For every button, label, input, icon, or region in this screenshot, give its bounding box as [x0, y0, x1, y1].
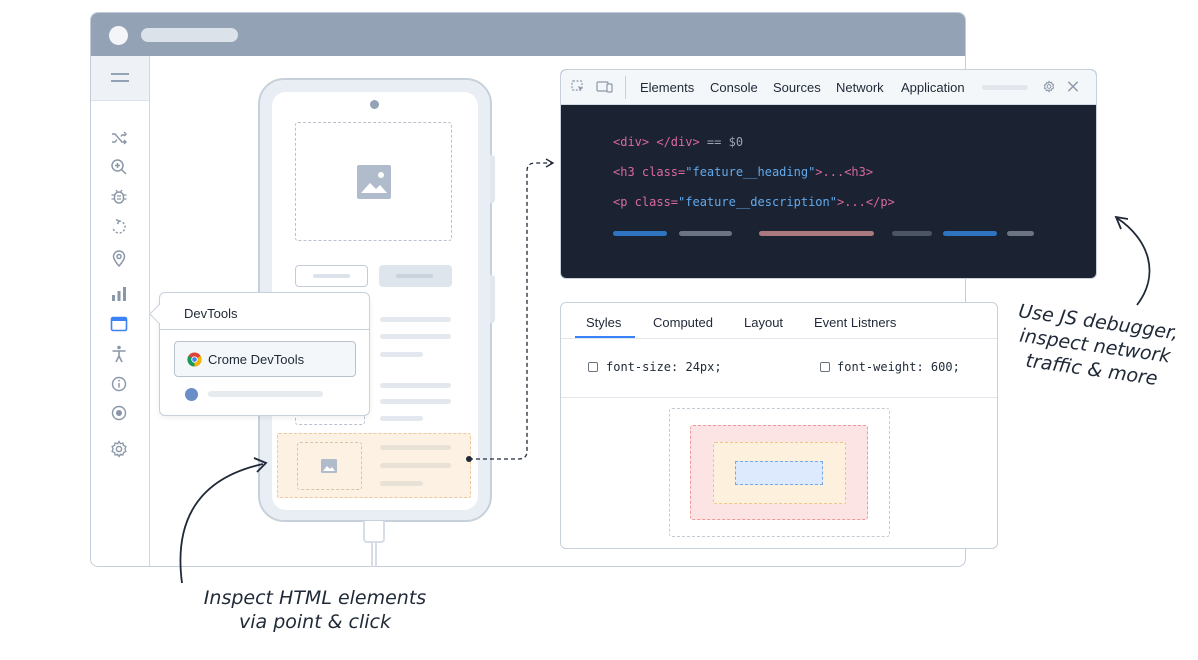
left-annotation: Inspect HTML elements via point & click: [203, 587, 427, 633]
connector-line: [469, 162, 552, 460]
right-annotation-arrow: [1116, 217, 1151, 306]
left-annotation-arrow: [179, 463, 264, 584]
